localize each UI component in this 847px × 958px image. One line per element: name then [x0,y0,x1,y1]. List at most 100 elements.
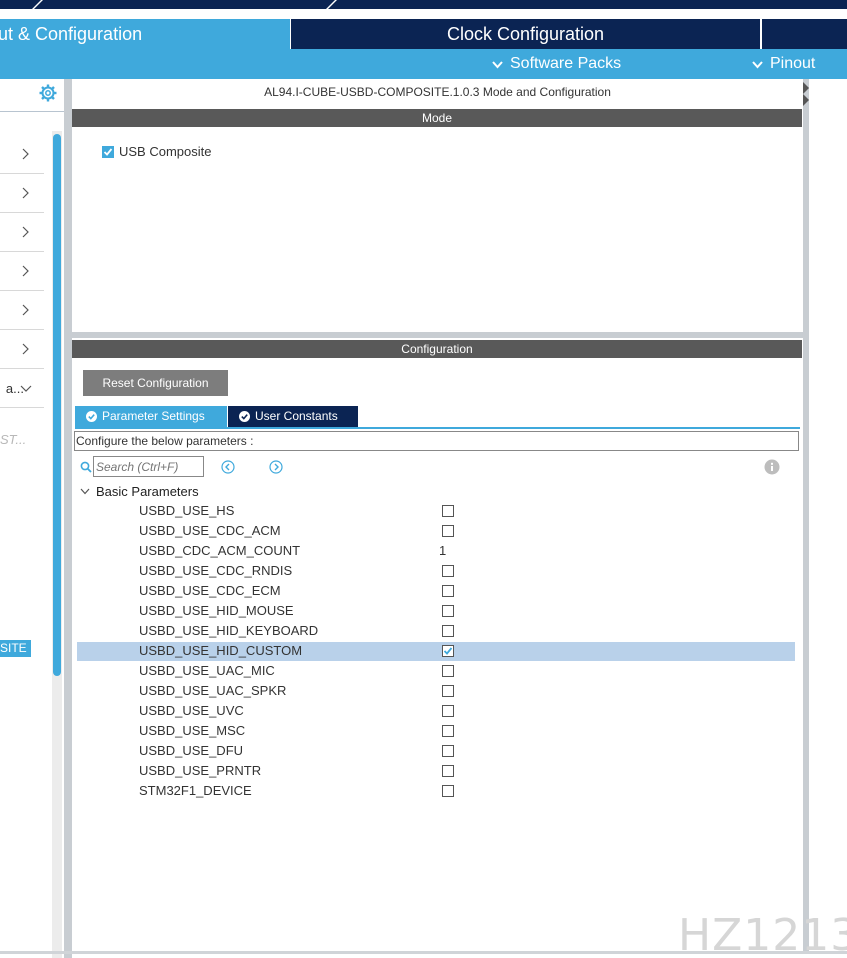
top-stripe [0,0,847,9]
parameter-row[interactable]: USBD_USE_UAC_MIC [77,662,795,681]
right-scrollbar[interactable] [803,79,809,951]
tab-clock-configuration[interactable]: Clock Configuration [291,19,760,49]
parameter-value[interactable]: 1 [439,543,446,558]
parameter-checkbox[interactable] [442,705,454,717]
parameter-checkbox[interactable] [442,605,454,617]
usb-composite-label: USB Composite [119,144,212,159]
tab-parameter-settings[interactable]: Parameter Settings [75,406,227,427]
mode-configuration-panel: AL94.I-CUBE-USBD-COMPOSITE.1.0.3 Mode an… [72,79,803,951]
parameter-name: USBD_CDC_ACM_COUNT [139,543,301,558]
chevron-down-icon [752,60,763,68]
check-icon [443,647,453,655]
app-window: ut & Configuration Clock Configuration S… [0,0,847,958]
parameter-row[interactable]: USBD_USE_CDC_RNDIS [77,562,795,581]
selected-package-badge[interactable]: SITE [0,640,31,657]
parameter-row[interactable]: USBD_USE_UAC_SPKR [77,682,795,701]
parameter-checkbox[interactable] [442,565,454,577]
basic-parameters-group[interactable]: Basic Parameters [80,484,199,499]
panel-splitter[interactable] [64,79,72,958]
next-match-icon[interactable] [269,460,283,474]
parameter-checkbox[interactable] [442,685,454,697]
parameter-name: USBD_USE_PRNTR [139,763,262,778]
reset-configuration-button[interactable]: Reset Configuration [83,370,228,396]
chevron-down-icon [20,385,32,392]
tab-underline [75,427,800,429]
chevron-down-icon [80,488,90,495]
tab-clock-configuration-label: Clock Configuration [446,24,605,44]
usb-composite-checkbox[interactable] [102,145,114,158]
categories-panel: a... ST... SITE [0,79,64,958]
parameter-name: USBD_USE_DFU [139,743,244,758]
pinout-menu[interactable]: Pinout [751,49,815,79]
software-packs-label: Software Packs [510,55,622,72]
mode-header: Mode [72,109,802,127]
gear-icon[interactable] [39,84,57,102]
parameter-name: USBD_USE_HID_KEYBOARD [139,623,319,638]
parameter-name: USBD_USE_MSC [139,723,246,738]
parameter-row[interactable]: STM32F1_DEVICE [77,782,795,801]
parameter-row[interactable]: USBD_USE_MSC [77,722,795,741]
pinout-label: Pinout [770,55,816,72]
tab-user-constants-label: User Constants [255,409,338,423]
info-icon[interactable] [764,459,780,475]
search-input[interactable] [93,456,204,477]
basic-parameters-label: Basic Parameters [96,484,199,499]
parameter-row[interactable]: USBD_USE_UVC [77,702,795,721]
parameter-checkbox[interactable] [442,645,454,657]
category-item[interactable] [0,174,44,213]
parameter-row[interactable]: USBD_USE_DFU [77,742,795,761]
section-splitter[interactable] [72,332,803,338]
previous-match-icon[interactable] [221,460,235,474]
parameter-checkbox[interactable] [442,725,454,737]
parameter-checkbox[interactable] [442,665,454,677]
tab-pinout-configuration-label: ut & Configuration [0,24,143,44]
check-circle-icon [86,411,97,422]
parameter-row[interactable]: USBD_USE_CDC_ACM [77,522,795,541]
tab-user-constants[interactable]: User Constants [228,406,358,427]
parameter-checkbox[interactable] [442,625,454,637]
collapse-arrow-icon[interactable] [803,82,809,106]
stripe-slash [28,0,46,9]
parameter-name: USBD_USE_UVC [139,703,244,718]
usb-composite-option[interactable]: USB Composite [102,144,211,159]
parameter-checkbox[interactable] [442,505,454,517]
parameter-checkbox[interactable] [442,785,454,797]
parameter-name: USBD_USE_UAC_SPKR [139,683,287,698]
parameter-name: USBD_USE_CDC_ACM [139,523,281,538]
parameter-row[interactable]: USBD_USE_HID_CUSTOM [77,642,795,661]
left-scrollbar-thumb[interactable] [53,134,61,676]
parameter-row[interactable]: USBD_CDC_ACM_COUNT 1 [77,542,795,561]
category-item[interactable] [0,291,44,330]
category-item[interactable] [0,252,44,291]
parameter-row[interactable]: USBD_USE_CDC_ECM [77,582,795,601]
category-item[interactable] [0,330,44,369]
category-item-expanded[interactable]: a... [0,369,44,408]
parameter-checkbox[interactable] [442,585,454,597]
category-item[interactable] [0,213,44,252]
chevron-right-icon [22,304,29,316]
chevron-right-icon [22,148,29,160]
software-packs-menu[interactable]: Software Packs [491,49,621,79]
parameter-name: USBD_USE_HID_MOUSE [139,603,294,618]
tab-pinout-configuration[interactable]: ut & Configuration [0,19,290,49]
parameter-row[interactable]: USBD_USE_HID_KEYBOARD [77,622,795,641]
parameter-name: USBD_USE_UAC_MIC [139,663,275,678]
parameter-row[interactable]: USBD_USE_PRNTR [77,762,795,781]
check-circle-icon [239,411,250,422]
parameter-name: USBD_USE_CDC_RNDIS [139,563,293,578]
chevron-right-icon [22,265,29,277]
category-item[interactable] [0,135,44,174]
parameter-checkbox[interactable] [442,525,454,537]
configuration-header: Configuration [72,340,802,358]
chevron-right-icon [22,187,29,199]
parameter-checkbox[interactable] [442,745,454,757]
stripe-slash [322,0,340,9]
tab-next[interactable] [762,19,847,49]
parameter-row[interactable]: USBD_USE_HS [77,502,795,521]
tab-parameter-settings-label: Parameter Settings [102,409,205,423]
chevron-right-icon [22,343,29,355]
parameter-checkbox[interactable] [442,765,454,777]
category-placeholder: ST... [0,432,27,447]
parameter-row[interactable]: USBD_USE_HID_MOUSE [77,602,795,621]
check-icon [103,147,113,156]
